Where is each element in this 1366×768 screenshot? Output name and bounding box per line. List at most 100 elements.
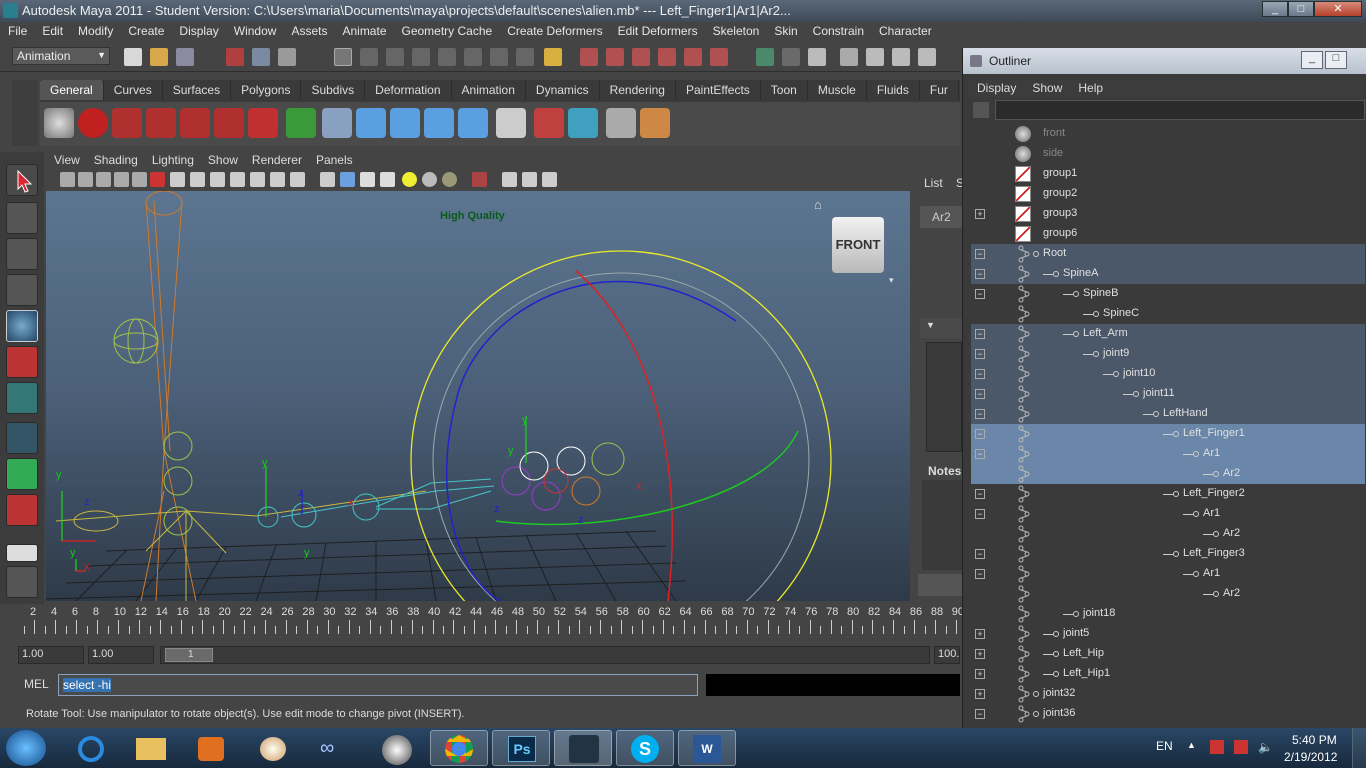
internet-explorer-icon[interactable] [62,730,120,766]
shelf-tab-dynamics[interactable]: Dynamics [526,80,600,100]
expand-icon[interactable]: + [975,649,985,659]
action-center-icon[interactable] [1210,740,1224,754]
collapse-icon[interactable]: − [975,509,985,519]
select-dynamic-icon[interactable] [490,48,508,66]
panel-menu-show[interactable]: Show [200,152,244,167]
outliner-item[interactable]: − Left_Finger3 [971,544,1365,564]
menu-set-selector[interactable]: Animation [12,47,110,65]
blend-shape-icon[interactable] [568,108,598,138]
paint-select-icon[interactable] [6,238,38,270]
mel-input[interactable]: select -hi [58,674,698,696]
lasso-tool-icon[interactable] [6,202,38,234]
bucket-icon[interactable] [322,108,352,138]
cube-textured-icon[interactable] [360,172,375,187]
file-explorer-icon[interactable] [122,730,180,766]
scale-tool-icon[interactable] [6,346,38,378]
manipulator-icon[interactable] [6,382,38,414]
playback-start-field[interactable]: 1.00 [88,646,154,664]
wireframe-on-shaded-icon[interactable] [210,172,225,187]
collapse-icon[interactable]: − [975,709,985,719]
outliner-item[interactable]: − Left_Arm [971,324,1365,344]
notes-field[interactable] [922,480,962,570]
ipr-render-icon[interactable] [866,48,884,66]
magnet-icon[interactable] [248,108,278,138]
render-current-icon[interactable] [840,48,858,66]
outliner-filter-icon[interactable] [973,102,989,118]
outliner-menu-show[interactable]: Show [1024,78,1070,95]
viewcube-menu-icon[interactable]: ▾ [889,275,894,286]
freeze-transform-icon[interactable] [146,108,176,138]
panel-menu-renderer[interactable]: Renderer [244,152,308,167]
menu-window[interactable]: Window [226,22,284,38]
viewcube[interactable]: FRONT [832,217,884,273]
construction-history-icon[interactable] [782,48,800,66]
menu-modify[interactable]: Modify [70,22,120,38]
render-view-icon[interactable] [808,48,826,66]
hypershade-icon[interactable] [918,48,936,66]
hypergraph-icon[interactable] [496,108,526,138]
maya-icon[interactable] [554,730,612,766]
start-orb-icon[interactable] [6,730,46,766]
menu-display[interactable]: Display [171,22,225,38]
snap-live-icon[interactable] [684,48,702,66]
shelf-tab-fur[interactable]: Fur [920,80,959,100]
word-icon[interactable]: W [678,730,736,766]
outliner-item[interactable]: Ar2 [971,584,1365,604]
snap-curve-icon[interactable] [606,48,624,66]
delete-history-icon[interactable] [214,108,244,138]
cube-wire-icon[interactable] [320,172,335,187]
select-joint-icon[interactable] [386,48,404,66]
select-misc-icon[interactable] [516,48,534,66]
collapse-icon[interactable]: − [975,329,985,339]
infinity-icon[interactable]: ∞ [306,730,364,766]
open-scene-icon[interactable] [150,48,168,66]
chrome-icon[interactable] [430,730,488,766]
volume-icon[interactable]: 🔈 [1258,740,1273,754]
shelf-tab-painteffects[interactable]: PaintEffects [676,80,761,100]
lights-icon[interactable] [250,172,265,187]
outliner-item[interactable]: group2 [971,184,1365,204]
outliner-item[interactable]: − joint36 [971,704,1365,724]
paint-brush-icon[interactable] [640,108,670,138]
image-plane-icon[interactable] [114,172,129,187]
shelf-tab-animation[interactable]: Animation [452,80,526,100]
menu-skin[interactable]: Skin [766,22,804,38]
text-icon[interactable] [290,172,305,187]
collapse-icon[interactable]: − [975,549,985,559]
outliner-item[interactable]: Ar2 [971,524,1365,544]
outliner-item[interactable]: joint18 [971,604,1365,624]
grid-icon[interactable] [132,172,147,187]
viewport-3d[interactable]: y z y z x y y y z x z y x High Quality ⌂… [46,191,910,601]
panel-menu-lighting[interactable]: Lighting [144,152,200,167]
outliner-item[interactable]: − joint9 [971,344,1365,364]
menu-file[interactable]: File [0,22,34,38]
ik-handle-icon[interactable] [390,108,420,138]
soft-mod-icon[interactable] [6,422,38,454]
close-button[interactable]: ✕ [1314,1,1362,17]
cube-shaded-icon[interactable] [340,172,355,187]
collapse-icon[interactable]: − [975,389,985,399]
outliner-item[interactable]: + Left_Hip [971,644,1365,664]
shelf-tab-curves[interactable]: Curves [104,80,163,100]
shelf-tab-rendering[interactable]: Rendering [600,80,676,100]
ik-spline-icon[interactable] [424,108,454,138]
shelf-tab-deformation[interactable]: Deformation [365,80,452,100]
menu-edit[interactable]: Edit [34,22,70,38]
menu-assets[interactable]: Assets [283,22,334,38]
outliner-item[interactable]: Ar2 [971,464,1365,484]
bind-skin-icon[interactable] [458,108,488,138]
sphere-shadow-icon[interactable] [442,172,457,187]
outliner-item[interactable]: − SpineB [971,284,1365,304]
outliner-item[interactable]: − Left_Finger2 [971,484,1365,504]
outliner-item[interactable]: − joint11 [971,384,1365,404]
lattice-icon[interactable] [606,108,636,138]
outliner-filter-field[interactable] [995,100,1365,120]
outliner-item[interactable]: front [971,124,1365,144]
outliner-item[interactable]: − Left_Finger1 [971,424,1365,444]
menu-create-deformers[interactable]: Create Deformers [499,22,609,38]
shelf-tab-polygons[interactable]: Polygons [231,80,302,100]
expand-icon[interactable]: + [975,629,985,639]
joint-tool-icon[interactable] [356,108,386,138]
photoshop-icon[interactable]: Ps [492,730,550,766]
expand-icon[interactable]: + [975,669,985,679]
